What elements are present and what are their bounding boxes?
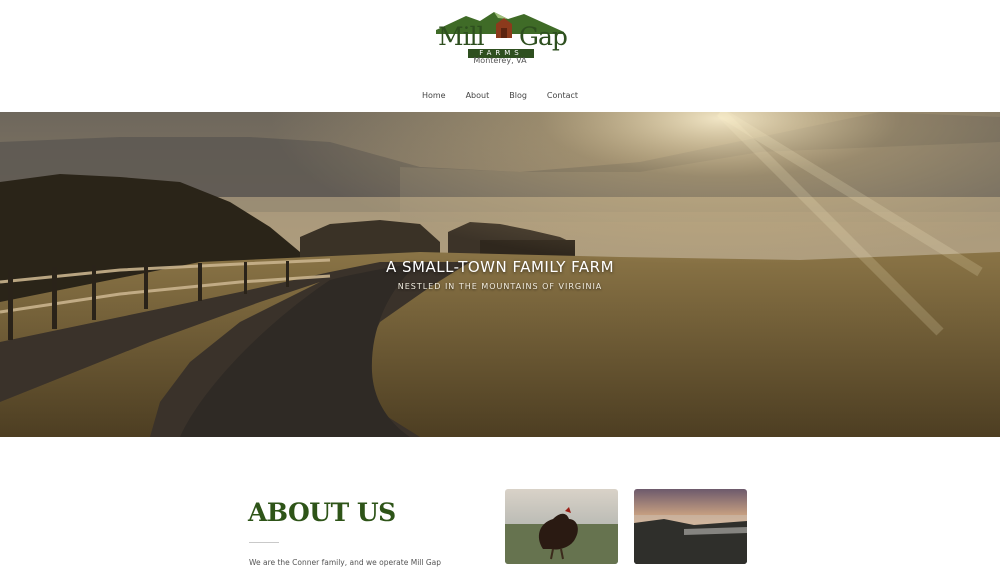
hero-title: A SMALL-TOWN FAMILY FARM	[385, 258, 615, 276]
logo-word-right: Gap	[519, 22, 568, 51]
hero-subtitle: NESTLED IN THE MOUNTAINS OF VIRGINIA	[397, 282, 603, 291]
about-divider	[249, 542, 279, 543]
nav-blog[interactable]: Blog	[499, 91, 537, 100]
nav-contact[interactable]: Contact	[537, 91, 588, 100]
about-text: We are the Conner family, and we operate…	[249, 558, 441, 567]
nav-home[interactable]: Home	[412, 91, 456, 100]
sunset-photo[interactable]	[634, 489, 747, 564]
main-nav: Home About Blog Contact	[0, 91, 1000, 100]
logo-word-left: Mill	[438, 22, 485, 51]
nav-about[interactable]: About	[456, 91, 500, 100]
sunset-image	[634, 489, 747, 564]
site-location: Monterey, VA	[473, 56, 527, 65]
chicken-photo[interactable]	[505, 489, 618, 564]
site-logo[interactable]: Mill Gap FARMS	[436, 8, 568, 58]
site-header: Mill Gap FARMS Monterey, VA Home About B…	[0, 0, 1000, 112]
about-heading: ABOUT US	[248, 498, 396, 527]
chicken-image	[505, 489, 618, 564]
hero-banner: A SMALL-TOWN FAMILY FARM NESTLED IN THE …	[0, 112, 1000, 437]
